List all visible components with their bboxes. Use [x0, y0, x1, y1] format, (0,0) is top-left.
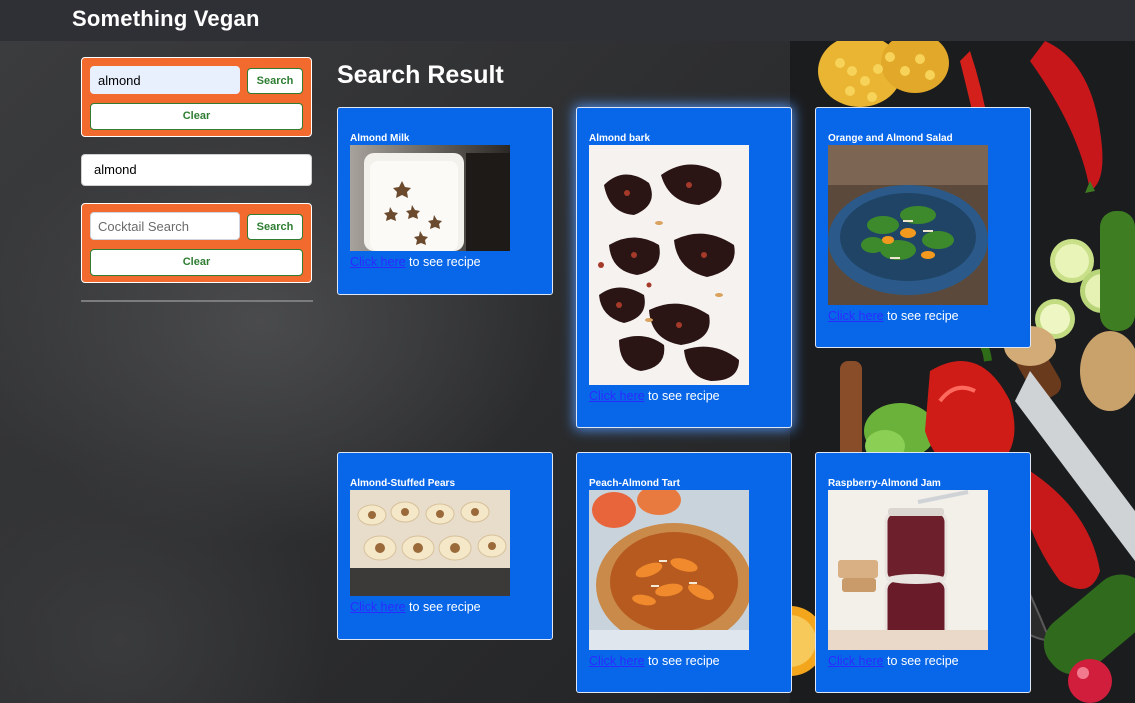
recipe-card-link-row: Click here to see recipe — [350, 600, 481, 614]
recipe-image-almond-bark[interactable] — [589, 145, 749, 385]
recipe-card: Raspberry-Almond Jam Click here to see r… — [815, 452, 1031, 693]
brand-title[interactable]: Something Vegan — [72, 6, 260, 32]
recipe-card-title: Orange and Almond Salad — [828, 133, 953, 144]
recipe-clear-button[interactable]: Clear — [90, 103, 303, 130]
recipe-card-title: Almond-Stuffed Pears — [350, 478, 456, 489]
recipe-image-almond-stuffed-pears[interactable] — [350, 490, 510, 596]
search-history-item[interactable]: almond — [81, 154, 312, 186]
recipe-image-orange-almond-salad[interactable] — [828, 145, 988, 305]
results-title: Search Result — [337, 61, 504, 89]
recipe-card: Almond bark Click here to see recipe — [576, 107, 792, 428]
recipe-card-link-row: Click here to see recipe — [589, 389, 720, 403]
cocktail-search-button[interactable]: Search — [247, 214, 303, 240]
cocktail-search-input[interactable] — [90, 212, 240, 240]
recipe-search-input[interactable] — [90, 66, 240, 94]
recipe-card-link-row: Click here to see recipe — [350, 255, 481, 269]
recipe-link-suffix: to see recipe — [405, 600, 481, 614]
recipe-card-title: Almond bark — [589, 133, 651, 144]
top-navbar: Something Vegan — [0, 0, 1135, 42]
recipe-card-link-row: Click here to see recipe — [828, 654, 959, 668]
recipe-search-button[interactable]: Search — [247, 68, 303, 94]
recipe-card-link-row: Click here to see recipe — [589, 654, 720, 668]
recipe-card: Peach-Almond Tart Click here to see reci… — [576, 452, 792, 693]
recipe-card: Orange and Almond Salad Click here to se… — [815, 107, 1031, 348]
recipe-card-title: Peach-Almond Tart — [589, 478, 680, 489]
recipe-card-title: Almond Milk — [350, 133, 410, 144]
recipe-link[interactable]: Click here — [350, 600, 406, 614]
recipe-link[interactable]: Click here — [828, 654, 884, 668]
recipe-card: Almond-Stuffed Pears Click here to see r… — [337, 452, 553, 640]
recipe-link-suffix: to see recipe — [405, 255, 481, 269]
cocktail-clear-button[interactable]: Clear — [90, 249, 303, 276]
recipe-card-link-row: Click here to see recipe — [828, 309, 959, 323]
recipe-link-suffix: to see recipe — [644, 654, 720, 668]
recipe-link-suffix: to see recipe — [883, 654, 959, 668]
recipe-image-raspberry-almond-jam[interactable] — [828, 490, 988, 650]
sidebar-divider — [81, 300, 313, 302]
recipe-search-form: Search Clear — [81, 57, 312, 137]
recipe-link[interactable]: Click here — [589, 389, 645, 403]
recipe-link[interactable]: Click here — [828, 309, 884, 323]
cocktail-search-form: Search Clear — [81, 203, 312, 283]
recipe-link-suffix: to see recipe — [883, 309, 959, 323]
recipe-link-suffix: to see recipe — [644, 389, 720, 403]
recipe-card-title: Raspberry-Almond Jam — [828, 478, 941, 489]
recipe-link[interactable]: Click here — [589, 654, 645, 668]
recipe-image-peach-almond-tart[interactable] — [589, 490, 749, 650]
recipe-card: Almond Milk Click here to see recipe — [337, 107, 553, 295]
recipe-image-almond-milk[interactable] — [350, 145, 510, 251]
recipe-link[interactable]: Click here — [350, 255, 406, 269]
